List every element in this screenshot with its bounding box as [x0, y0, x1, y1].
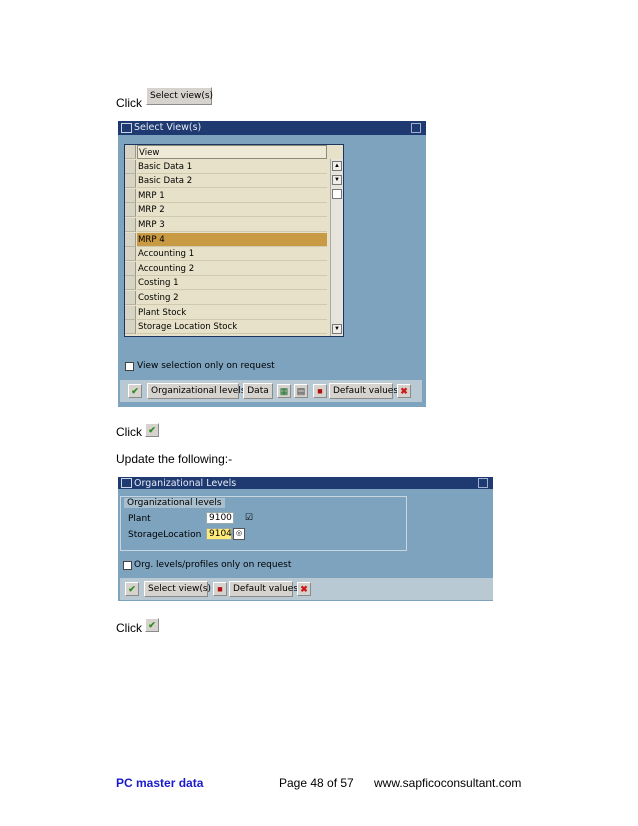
- table-row[interactable]: Accounting 2: [125, 261, 343, 277]
- select-all-cell[interactable]: [125, 145, 136, 159]
- view-name-cell: Basic Data 2: [137, 174, 327, 189]
- select-views-title: Select View(s): [134, 122, 202, 133]
- org-levels-title: Organizational Levels: [134, 478, 237, 489]
- table-header: View: [125, 145, 343, 160]
- search-help-icon[interactable]: ◎: [233, 528, 245, 540]
- table-row[interactable]: Basic Data 2: [125, 174, 343, 189]
- table-scrollbar[interactable]: ▲ ▼ ▼: [330, 159, 343, 336]
- view-name-cell: Accounting 2: [137, 262, 327, 276]
- scroll-page-down-icon[interactable]: ▼: [332, 175, 342, 185]
- table-row[interactable]: MRP 4: [125, 232, 343, 248]
- row-selector[interactable]: [125, 232, 136, 247]
- select-views-title-bar: Select View(s): [118, 121, 426, 135]
- row-selector[interactable]: [125, 218, 136, 232]
- org-levels-option-label: Org. levels/profiles only on request: [134, 560, 292, 570]
- plant-input[interactable]: 9100: [206, 512, 234, 524]
- views-table: View Basic Data 1 Basic Data 2 MRP 1 MRP 2M…: [124, 144, 344, 337]
- storage-location-label: StorageLocation: [128, 530, 202, 540]
- table-row[interactable]: Costing 2: [125, 291, 343, 306]
- save-icon[interactable]: ■: [313, 384, 327, 398]
- page-number: Page 48 of 57: [279, 776, 354, 790]
- scroll-up-icon[interactable]: ▲: [332, 161, 342, 171]
- row-selector[interactable]: [125, 305, 136, 320]
- row-selector[interactable]: [125, 276, 136, 291]
- calculator-icon[interactable]: ▦: [277, 384, 291, 398]
- table-row[interactable]: MRP 2: [125, 203, 343, 218]
- confirm-check-icon[interactable]: ✔: [128, 384, 142, 398]
- cancel-x-icon-2[interactable]: ✖: [297, 582, 311, 596]
- view-name-cell: Basic Data 1: [137, 160, 327, 174]
- update-instruction: Update the following:-: [116, 452, 233, 466]
- view-name-cell: Storage Location Stock: [137, 320, 327, 335]
- row-selector[interactable]: [125, 261, 136, 276]
- view-name-cell: Costing 1: [137, 276, 327, 291]
- click-instruction-1: Click: [116, 96, 142, 110]
- save-icon-2[interactable]: ■: [213, 582, 227, 596]
- confirm-check-icon-2[interactable]: ✔: [125, 582, 139, 596]
- document-icon[interactable]: ▤: [294, 384, 308, 398]
- select-views-button-example[interactable]: Select view(s): [146, 87, 213, 105]
- row-selector[interactable]: [125, 203, 136, 218]
- org-levels-title-bar: Organizational Levels: [118, 477, 493, 489]
- view-name-cell: MRP 1: [137, 189, 327, 203]
- footer-left: PC master data: [116, 776, 204, 790]
- click-instruction-2: Click: [116, 425, 142, 439]
- row-selector[interactable]: [125, 188, 136, 203]
- organizational-levels-button[interactable]: Organizational levels: [147, 383, 246, 399]
- select-views-button[interactable]: Select view(s): [144, 581, 211, 597]
- view-name-cell: Costing 2: [137, 291, 327, 305]
- row-selector[interactable]: [125, 320, 136, 335]
- view-name-cell: Accounting 1: [137, 247, 327, 262]
- view-selection-label: View selection only on request: [137, 361, 275, 371]
- table-row[interactable]: Accounting 1: [125, 247, 343, 262]
- row-selector[interactable]: [125, 159, 136, 174]
- row-selector[interactable]: [125, 174, 136, 189]
- table-row[interactable]: Storage Location Stock: [125, 320, 343, 335]
- view-name-cell: MRP 3: [137, 218, 327, 232]
- confirm-check-icon-example-2[interactable]: ✔: [145, 618, 159, 632]
- table-row[interactable]: Costing 1: [125, 276, 343, 291]
- view-name-cell: MRP 2: [137, 203, 327, 218]
- cancel-x-icon[interactable]: ✖: [397, 384, 411, 398]
- default-values-button-2[interactable]: Default values: [229, 581, 298, 597]
- footer-website: www.sapficoconsultant.com: [374, 776, 522, 790]
- view-name-cell: MRP 4: [137, 232, 327, 247]
- window-icon-2: [121, 478, 132, 488]
- confirm-check-icon-example[interactable]: ✔: [145, 423, 159, 437]
- plant-label: Plant: [128, 514, 151, 524]
- plant-checkbox-icon[interactable]: ☑: [245, 512, 253, 523]
- table-row[interactable]: MRP 3: [125, 218, 343, 233]
- view-selection-checkbox[interactable]: [125, 362, 134, 371]
- org-levels-checkbox[interactable]: [123, 561, 132, 570]
- org-levels-group-label: Organizational levels: [124, 498, 225, 508]
- column-header-view: View: [137, 145, 327, 159]
- window-close-icon-2[interactable]: [478, 478, 488, 488]
- scroll-down-icon[interactable]: ▼: [332, 324, 342, 334]
- view-name-cell: Plant Stock: [137, 306, 327, 320]
- table-row[interactable]: MRP 1: [125, 188, 343, 204]
- click-instruction-3: Click: [116, 621, 142, 635]
- window-icon: [121, 123, 132, 133]
- row-selector[interactable]: [125, 247, 136, 262]
- table-row[interactable]: Plant Stock: [125, 305, 343, 321]
- default-values-button[interactable]: Default values: [329, 383, 398, 399]
- table-row[interactable]: Basic Data 1: [125, 159, 343, 175]
- window-close-icon[interactable]: [411, 123, 421, 133]
- data-button[interactable]: Data: [243, 383, 273, 399]
- storage-location-input[interactable]: 9104: [206, 528, 232, 540]
- scroll-thumb[interactable]: [332, 189, 342, 199]
- row-selector[interactable]: [125, 291, 136, 305]
